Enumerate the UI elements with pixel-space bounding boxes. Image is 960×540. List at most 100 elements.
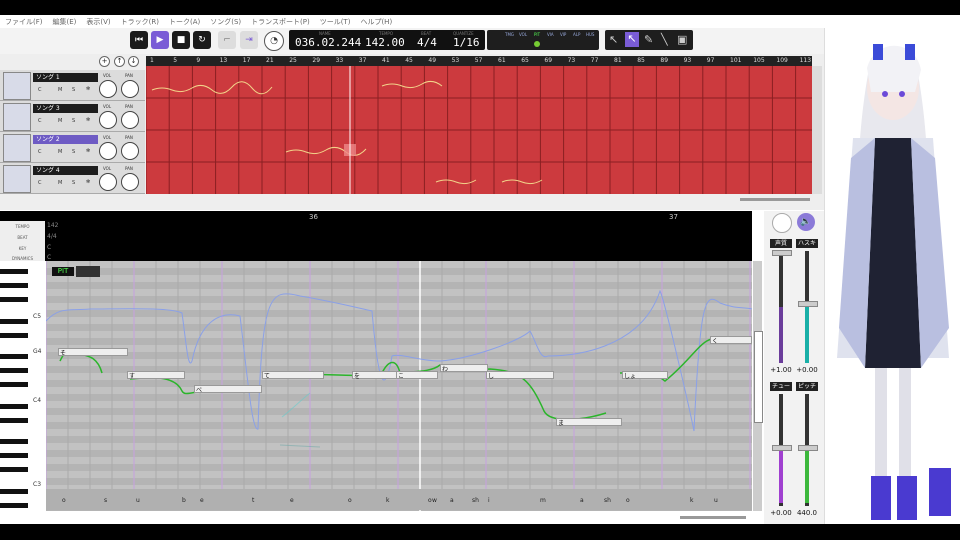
phoneme[interactable]: a (580, 497, 584, 504)
marker-button[interactable]: ⌐ (218, 31, 236, 49)
note[interactable] (262, 371, 324, 379)
track-mute[interactable]: M (58, 118, 62, 124)
metronome-dial[interactable]: ◔ (264, 31, 284, 51)
param-alp[interactable]: ALP (573, 32, 580, 37)
volume-knob[interactable] (99, 111, 117, 129)
menu-help[interactable]: ヘルプ(H) (355, 17, 397, 27)
pan-knob[interactable] (121, 80, 139, 98)
phoneme[interactable]: m (540, 497, 546, 504)
auto-scroll-button[interactable]: ⇥ (240, 31, 258, 49)
param-vol[interactable]: VOL (519, 32, 527, 37)
piano-roll-vertical-scrollbar[interactable] (753, 261, 763, 511)
track-settings-icon[interactable]: ✻ (86, 179, 90, 185)
phoneme-lane[interactable]: o s u b e t e o k o w a sh i m a sh o k u (46, 489, 752, 510)
track-mute[interactable]: M (58, 180, 62, 186)
track-name[interactable]: ソング 1 (33, 73, 98, 82)
pitch-handle[interactable] (798, 445, 818, 451)
tune-handle[interactable] (772, 445, 792, 451)
phoneme[interactable]: e (200, 497, 204, 504)
quantize-value[interactable]: 1/16 (453, 36, 480, 49)
select-tool-icon[interactable]: ↖ (625, 32, 639, 47)
phoneme[interactable]: s (104, 497, 107, 504)
track-settings-icon[interactable]: ✻ (86, 117, 90, 123)
track-settings-icon[interactable]: ✻ (86, 148, 90, 154)
black-key[interactable] (0, 404, 28, 409)
piano-roll-grid[interactable]: PIT そ す べ て を こ わ し ま しょ く (0, 261, 752, 511)
phoneme[interactable]: o (626, 497, 630, 504)
menu-tools[interactable]: ツール(T) (315, 17, 356, 27)
pan-knob[interactable] (121, 111, 139, 129)
black-key[interactable] (0, 453, 28, 458)
track-solo[interactable]: S (72, 118, 75, 124)
note[interactable] (556, 418, 622, 426)
track-mute[interactable]: M (58, 87, 62, 93)
song-ruler[interactable]: 1 5 9 13 17 21 25 29 33 37 41 45 49 53 57 61 65 69 73 77 81 8… (146, 56, 812, 66)
phoneme[interactable]: sh (604, 497, 611, 504)
black-key[interactable] (0, 283, 28, 288)
black-key[interactable] (0, 418, 28, 423)
phoneme[interactable]: u (136, 497, 140, 504)
phoneme[interactable]: k (690, 497, 693, 504)
black-key[interactable] (0, 439, 28, 444)
menu-file[interactable]: ファイル(F) (0, 17, 48, 27)
phoneme[interactable]: k (386, 497, 389, 504)
loop-button[interactable]: ↻ (193, 31, 211, 49)
pencil-tool-icon[interactable]: ✎ (644, 33, 653, 46)
phoneme[interactable]: w (432, 497, 437, 504)
volume-knob[interactable] (99, 173, 117, 191)
black-key[interactable] (0, 382, 28, 387)
black-key[interactable] (0, 333, 28, 338)
note[interactable] (58, 348, 128, 356)
move-down-icon[interactable]: ↓ (128, 56, 139, 67)
record-toggle[interactable] (772, 213, 792, 233)
black-key[interactable] (0, 297, 28, 302)
pan-knob[interactable] (121, 142, 139, 160)
rewind-button[interactable]: ⏮ (130, 31, 148, 49)
stop-button[interactable]: ■ (172, 31, 190, 49)
track-c[interactable]: C (38, 87, 42, 93)
param-hus[interactable]: HUS (586, 32, 594, 37)
mode-options[interactable] (76, 266, 100, 277)
phoneme[interactable]: b (182, 497, 186, 504)
phoneme[interactable]: e (290, 497, 294, 504)
param-pit[interactable]: PIT (534, 32, 540, 37)
volume-knob[interactable] (99, 142, 117, 160)
phoneme[interactable]: i (488, 497, 490, 504)
track-name[interactable]: ソング 2 (33, 135, 98, 144)
black-key[interactable] (0, 354, 28, 359)
black-key[interactable] (0, 467, 28, 472)
track-settings-icon[interactable]: ✻ (86, 86, 90, 92)
phoneme[interactable]: o (348, 497, 352, 504)
song-zoom-slider[interactable] (740, 198, 810, 201)
note[interactable] (194, 385, 262, 393)
track-c[interactable]: C (38, 180, 42, 186)
track-c[interactable]: C (38, 118, 42, 124)
black-key[interactable] (0, 368, 28, 373)
black-key[interactable] (0, 269, 28, 274)
pan-knob[interactable] (121, 173, 139, 191)
line-tool-icon[interactable]: ╲ (661, 33, 668, 46)
piano-keyboard[interactable]: C5 G4 C4 C3 (0, 261, 46, 511)
track-row[interactable]: ソング 2 C M S ✻ VOL PAN (0, 132, 145, 163)
speaker-icon[interactable]: 🔈 (797, 213, 815, 231)
menu-talk[interactable]: トーク(A) (164, 17, 205, 27)
menu-transport[interactable]: トランスポート(P) (246, 17, 315, 27)
add-track-icon[interactable]: + (99, 56, 110, 67)
move-up-icon[interactable]: ↑ (114, 56, 125, 67)
play-button[interactable]: ▶ (151, 31, 169, 49)
track-solo[interactable]: S (72, 149, 75, 155)
black-key[interactable] (0, 503, 28, 508)
beat-value[interactable]: 4/4 (417, 36, 437, 49)
phoneme[interactable]: sh (472, 497, 479, 504)
track-mute[interactable]: M (58, 149, 62, 155)
menu-view[interactable]: 表示(V) (81, 17, 115, 27)
track-row[interactable]: ソング 4 C M S ✻ VOL PAN (0, 163, 145, 194)
scroll-thumb[interactable] (754, 331, 763, 423)
menu-song[interactable]: ソング(S) (205, 17, 246, 27)
husky-handle[interactable] (798, 301, 818, 307)
zoom-slider[interactable] (680, 516, 746, 519)
pitch-editor[interactable] (0, 261, 752, 511)
param-vip[interactable]: VIP (560, 32, 566, 37)
phoneme[interactable]: o (62, 497, 66, 504)
song-vertical-scrollbar[interactable] (812, 66, 822, 194)
